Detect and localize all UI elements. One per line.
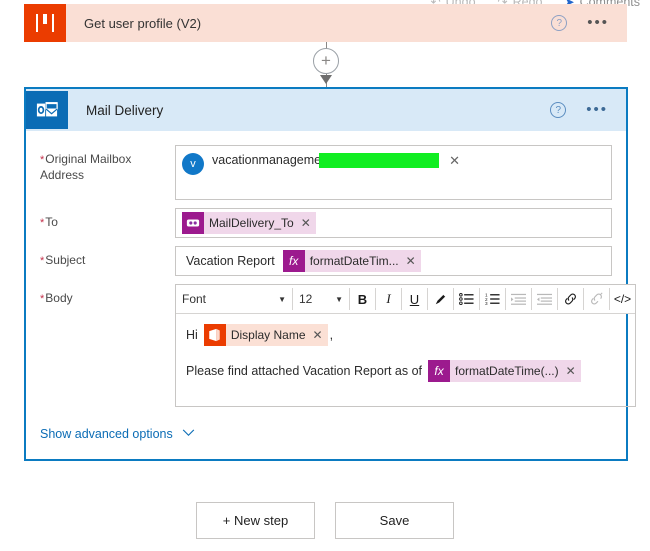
editor-toolbar: Font ▼ 12 ▼ B I U 1 2 3 </> bbox=[176, 285, 635, 314]
subject-plain-text: Vacation Report bbox=[186, 254, 275, 268]
to-input[interactable]: MailDelivery_To ✕ bbox=[175, 208, 612, 238]
step-connector: + bbox=[313, 42, 341, 88]
text-color-icon[interactable] bbox=[428, 285, 453, 313]
field-label-text: Original Mailbox Address bbox=[40, 152, 132, 182]
card-body: *Original Mailbox Address v vacationmana… bbox=[26, 131, 636, 407]
office365-icon bbox=[203, 324, 226, 346]
code-view-icon[interactable]: </> bbox=[610, 285, 635, 313]
field-original-mailbox-address: *Original Mailbox Address v vacationmana… bbox=[40, 145, 612, 200]
field-label-original-mailbox-address: *Original Mailbox Address bbox=[40, 145, 175, 183]
link-icon[interactable] bbox=[558, 285, 583, 313]
remove-token-icon[interactable]: ✕ bbox=[565, 364, 581, 378]
svg-text:3: 3 bbox=[485, 301, 488, 306]
card-header[interactable]: Mail Delivery ? ••• bbox=[26, 89, 626, 131]
required-asterisk: * bbox=[40, 154, 45, 166]
bold-button[interactable]: B bbox=[350, 285, 375, 313]
body-line: Hi Display Name ✕ , bbox=[186, 324, 625, 346]
body-line-prefix: Hi bbox=[186, 328, 198, 342]
connector-arrow-icon bbox=[320, 75, 332, 84]
chevron-down-icon: ▼ bbox=[335, 294, 343, 304]
required-asterisk: * bbox=[40, 255, 45, 267]
font-family-value: Font bbox=[182, 292, 207, 306]
remove-token-icon[interactable]: ✕ bbox=[312, 328, 328, 342]
field-to: *To MailDelivery_To ✕ bbox=[40, 208, 612, 238]
required-asterisk: * bbox=[40, 293, 45, 305]
unlink-icon[interactable] bbox=[584, 285, 609, 313]
field-label-to: *To bbox=[40, 208, 175, 231]
chevron-down-icon: ▼ bbox=[278, 294, 286, 304]
more-menu-icon[interactable]: ••• bbox=[586, 102, 608, 117]
insert-step-button[interactable]: + bbox=[313, 48, 339, 74]
body-line: Please find attached Vacation Report as … bbox=[186, 360, 625, 382]
fx-icon: fx bbox=[428, 360, 451, 382]
help-icon[interactable]: ? bbox=[551, 15, 568, 31]
variable-icon bbox=[182, 212, 204, 234]
font-family-select[interactable]: Font ▼ bbox=[176, 285, 292, 313]
card-title: Mail Delivery bbox=[86, 102, 164, 118]
field-label-text: Subject bbox=[45, 253, 86, 267]
card-header-controls: ? ••• bbox=[550, 102, 626, 118]
underline-button[interactable]: U bbox=[402, 285, 427, 313]
bulleted-list-icon[interactable] bbox=[454, 285, 479, 313]
font-size-value: 12 bbox=[299, 292, 313, 306]
field-label-body: *Body bbox=[40, 284, 175, 307]
action-card-mail-delivery: Mail Delivery ? ••• *Original Mailbox Ad… bbox=[24, 87, 636, 461]
field-label-text: To bbox=[45, 215, 58, 229]
numbered-list-icon[interactable]: 1 2 3 bbox=[480, 285, 505, 313]
body-content[interactable]: Hi Display Name ✕ , Please find attached… bbox=[176, 314, 635, 406]
action-card-get-user-profile[interactable]: Get user profile (V2) ? ••• bbox=[24, 4, 627, 42]
clear-mailbox-icon[interactable]: ✕ bbox=[449, 153, 460, 169]
help-icon[interactable]: ? bbox=[550, 102, 567, 118]
token-maildelivery-to[interactable]: MailDelivery_To ✕ bbox=[182, 212, 316, 234]
token-label: formatDateTime(...) bbox=[455, 364, 559, 378]
mailbox-value: vacationmanageme bbox=[212, 153, 322, 167]
italic-button[interactable]: I bbox=[376, 285, 401, 313]
body-line-suffix: , bbox=[329, 328, 334, 342]
field-subject: *Subject Vacation Report fx formatDateTi… bbox=[40, 246, 612, 276]
remove-token-icon[interactable]: ✕ bbox=[300, 216, 316, 230]
outdent-icon[interactable] bbox=[532, 285, 557, 313]
action-card-title: Get user profile (V2) bbox=[84, 15, 202, 31]
required-asterisk: * bbox=[40, 217, 45, 229]
more-menu-icon[interactable]: ••• bbox=[587, 15, 609, 30]
indent-icon[interactable] bbox=[506, 285, 531, 313]
font-size-select[interactable]: 12 ▼ bbox=[293, 285, 349, 313]
redaction-highlight bbox=[319, 153, 440, 168]
body-rich-text-editor[interactable]: Font ▼ 12 ▼ B I U 1 2 3 </> Hi Display N… bbox=[175, 284, 636, 407]
original-mailbox-address-input[interactable]: v vacationmanageme ✕ bbox=[175, 145, 612, 200]
field-body: *Body Font ▼ 12 ▼ B I U 1 2 3 </> Hi Dis… bbox=[40, 284, 636, 407]
token-label: MailDelivery_To bbox=[209, 216, 294, 230]
token-subject-formatdatetime[interactable]: fx formatDateTim... ✕ bbox=[282, 250, 421, 272]
show-advanced-options-label: Show advanced options bbox=[40, 427, 173, 441]
token-label: formatDateTim... bbox=[309, 254, 399, 268]
action-card-controls: ? ••• bbox=[551, 15, 627, 31]
body-line-prefix: Please find attached Vacation Report as … bbox=[186, 364, 423, 378]
save-button[interactable]: Save bbox=[335, 502, 454, 539]
remove-token-icon[interactable]: ✕ bbox=[405, 254, 421, 268]
token-label: Display Name bbox=[230, 328, 306, 342]
footer-actions: + New step Save bbox=[0, 502, 650, 539]
outlook-icon bbox=[26, 91, 68, 129]
new-step-button[interactable]: + New step bbox=[196, 502, 315, 539]
token-display-name[interactable]: Display Name ✕ bbox=[203, 324, 328, 346]
show-advanced-options-link[interactable]: Show advanced options bbox=[26, 415, 626, 441]
avatar: v bbox=[182, 153, 204, 175]
field-label-subject: *Subject bbox=[40, 246, 175, 269]
subject-input[interactable]: Vacation Report fx formatDateTim... ✕ bbox=[175, 246, 612, 276]
chevron-down-icon bbox=[182, 428, 195, 440]
office365-users-icon bbox=[24, 4, 66, 42]
fx-icon: fx bbox=[282, 250, 305, 272]
token-body-formatdatetime[interactable]: fx formatDateTime(...) ✕ bbox=[428, 360, 581, 382]
field-label-text: Body bbox=[45, 291, 73, 305]
